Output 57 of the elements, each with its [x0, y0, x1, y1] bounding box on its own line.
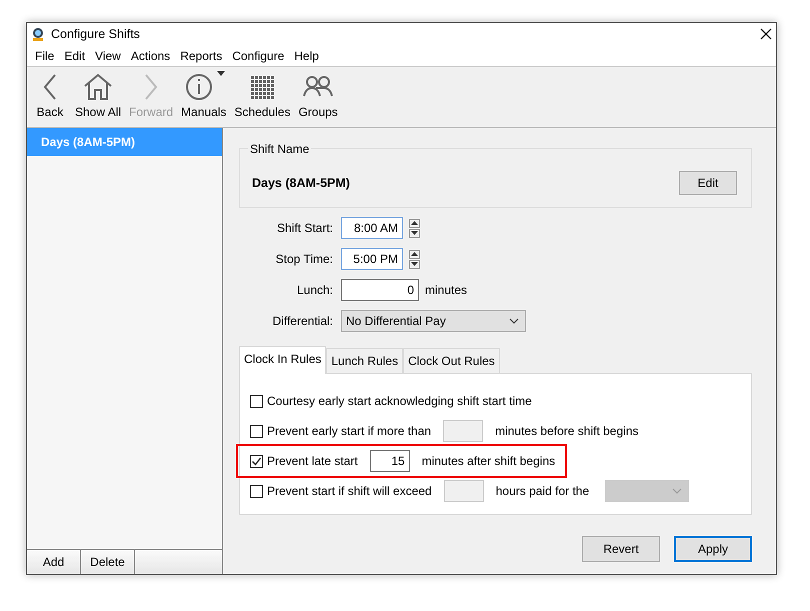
down-arrow-icon	[411, 231, 418, 235]
time-field[interactable]: 5:00 PM	[341, 248, 403, 270]
field-label: Shift Start:	[276, 220, 333, 237]
tab[interactable]: Lunch Rules	[326, 348, 404, 373]
menu-item[interactable]: Configure	[227, 46, 290, 64]
spin-up-button[interactable]	[409, 218, 420, 228]
down-arrow-icon	[411, 262, 418, 266]
toolbar-button[interactable]: Manuals	[178, 71, 230, 121]
tab[interactable]: Clock In Rules	[239, 346, 326, 374]
menu-item[interactable]: View	[90, 46, 126, 64]
app-icon	[31, 27, 45, 41]
shift-name-text: Days (8AM-5PM)	[252, 174, 351, 192]
up-arrow-icon	[411, 252, 418, 256]
toolbar-button[interactable]: Back	[30, 71, 70, 121]
field-label: Differential:	[272, 313, 333, 330]
spin-down-button[interactable]	[409, 260, 420, 268]
sidebar-button[interactable]: Delete	[81, 550, 135, 574]
dialog-button[interactable]: Apply	[674, 536, 752, 562]
check-icon	[251, 456, 262, 466]
close-icon[interactable]	[760, 28, 772, 40]
edit-button[interactable]: Edit	[679, 171, 737, 195]
unit-label: hours paid for the	[496, 483, 590, 500]
number-field[interactable]: 0	[341, 279, 419, 301]
checkbox[interactable]	[250, 424, 263, 438]
menu-item[interactable]: File	[30, 46, 60, 64]
unit-label: minutes	[425, 282, 468, 299]
menu-item[interactable]: Help	[289, 46, 324, 64]
toolbar-button[interactable]: Groups	[295, 71, 341, 121]
field-label: Lunch:	[296, 282, 333, 299]
spin-up-button[interactable]	[409, 250, 420, 258]
up-arrow-icon	[411, 221, 418, 225]
spin-down-button[interactable]	[409, 228, 420, 238]
checkbox[interactable]	[250, 484, 263, 498]
number-field[interactable]: 15	[370, 450, 410, 472]
menu-item[interactable]: Reports	[175, 46, 228, 64]
window-title: Configure Shifts	[51, 26, 141, 43]
toolbar-button[interactable]: Schedules	[231, 71, 294, 121]
tab[interactable]: Clock Out Rules	[403, 348, 500, 373]
chevron-down-icon	[672, 488, 682, 494]
checkbox[interactable]	[250, 454, 263, 468]
checkbox[interactable]	[250, 394, 263, 408]
time-field[interactable]: 8:00 AM	[341, 217, 403, 239]
checkbox-label: Prevent start if shift will exceed	[267, 483, 432, 500]
sidebar-button[interactable]: Add	[27, 550, 81, 574]
checkbox-label: Prevent late start	[267, 453, 358, 470]
checkbox-label: Prevent early start if more than	[267, 423, 432, 440]
unit-label: minutes before shift begins	[495, 423, 638, 440]
checkbox-label: Courtesy early start acknowledging shift start time	[267, 393, 532, 410]
unit-label: minutes after shift begins	[422, 453, 556, 470]
field-label: Stop Time:	[274, 251, 333, 268]
dropdown[interactable]: No Differential Pay	[341, 310, 526, 332]
caret-icon	[216, 71, 225, 77]
toolbar-button[interactable]: Show All	[72, 71, 124, 121]
chevron-down-icon	[509, 318, 519, 324]
dialog-button[interactable]: Revert	[582, 536, 660, 562]
menu-item[interactable]: Actions	[126, 46, 176, 64]
menu-item[interactable]: Edit	[59, 46, 90, 64]
